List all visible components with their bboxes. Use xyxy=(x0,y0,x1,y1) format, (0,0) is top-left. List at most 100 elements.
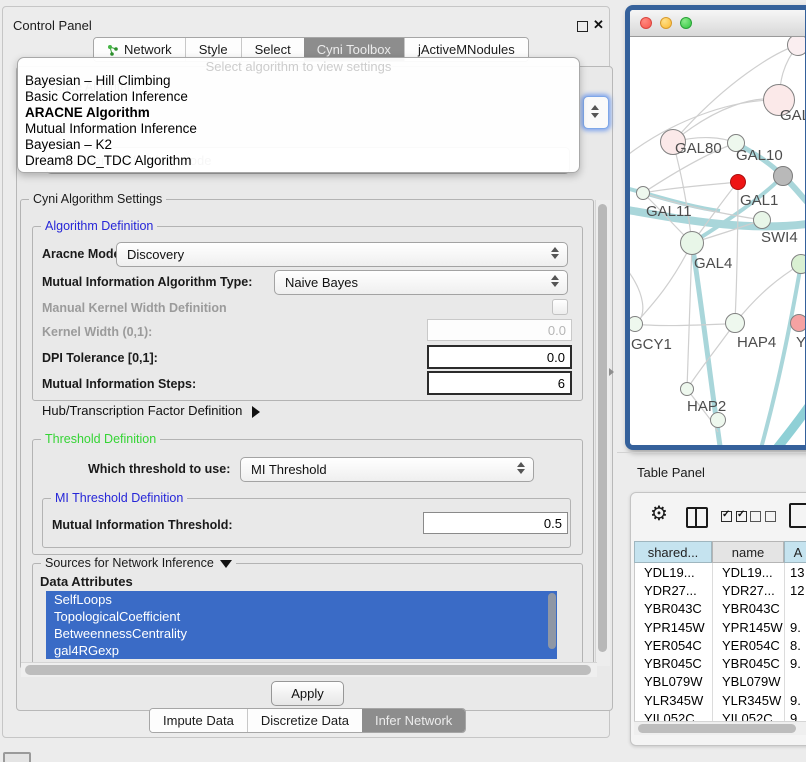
which-threshold-combo[interactable]: MI Threshold xyxy=(240,457,534,482)
table-hscrollbar[interactable] xyxy=(634,721,806,735)
gear-icon[interactable]: ⚙ xyxy=(650,501,668,526)
cell[interactable]: YDL19... xyxy=(713,563,785,581)
mi-steps-field[interactable]: 6 xyxy=(427,371,572,395)
cell[interactable]: YLR345W xyxy=(713,691,785,709)
columns-icon[interactable] xyxy=(686,507,708,528)
close-traffic-light[interactable] xyxy=(640,17,652,29)
zoom-traffic-light[interactable] xyxy=(680,17,692,29)
control-panel-title: Control Panel xyxy=(13,18,92,33)
cell[interactable]: YDR27... xyxy=(713,581,785,599)
cell[interactable]: YLR345W xyxy=(635,691,713,709)
network-canvas[interactable]: GAL GAL80 GAL10 GAL1 GAL11 SWI4 GAL4 GCY… xyxy=(630,37,806,446)
network-node-selected[interactable] xyxy=(730,174,746,190)
tab-impute-data[interactable]: Impute Data xyxy=(150,709,247,732)
data-attributes-list[interactable]: SelfLoops TopologicalCoefficient Between… xyxy=(46,591,557,659)
hub-definition-expander[interactable]: Hub/Transcription Factor Definition xyxy=(42,403,260,418)
network-window-titlebar[interactable] xyxy=(630,10,805,37)
mi-type-combo[interactable]: Naive Bayes xyxy=(274,270,568,295)
dropdown-item-selected[interactable]: ARACNE Algorithm xyxy=(18,105,579,121)
cell[interactable]: YBR043C xyxy=(713,600,785,618)
table-row[interactable]: YPR145WYPR145W9. xyxy=(635,618,806,636)
export-table-icon[interactable] xyxy=(789,503,806,528)
network-node[interactable] xyxy=(636,186,650,200)
sources-legend[interactable]: Sources for Network Inference xyxy=(41,556,236,570)
network-node[interactable] xyxy=(680,382,694,396)
apply-button[interactable]: Apply xyxy=(271,681,344,706)
cell[interactable]: YBL079W xyxy=(713,673,785,691)
aracne-mode-combo[interactable]: Discovery xyxy=(116,242,568,267)
cell[interactable] xyxy=(785,600,806,618)
tab-discretize-data[interactable]: Discretize Data xyxy=(247,709,362,732)
cell[interactable]: 8. xyxy=(785,636,806,654)
list-item[interactable]: BetweennessCentrality xyxy=(46,625,557,642)
table-row[interactable]: YLR345WYLR345W9. xyxy=(635,691,806,709)
table-row[interactable]: YBR043CYBR043C xyxy=(635,600,806,618)
cell[interactable]: YBR045C xyxy=(635,654,713,672)
table-row[interactable]: YDL19...YDL19...13 xyxy=(635,563,806,581)
dropdown-item[interactable]: Bayesian – K2 xyxy=(18,137,579,153)
dropdown-item[interactable]: Basic Correlation Inference xyxy=(18,89,579,105)
close-icon[interactable]: ✕ xyxy=(593,17,604,33)
tab-infer-network[interactable]: Infer Network xyxy=(362,709,465,732)
cell[interactable]: YPR145W xyxy=(713,618,785,636)
minimize-traffic-light[interactable] xyxy=(660,17,672,29)
list-item[interactable]: SelfLoops xyxy=(46,591,557,608)
float-window-icon[interactable] xyxy=(577,21,588,32)
network-node[interactable] xyxy=(790,314,806,332)
cell[interactable]: YER054C xyxy=(635,636,713,654)
collapsed-panel-button[interactable] xyxy=(3,752,31,762)
network-node[interactable] xyxy=(787,37,806,56)
network-node[interactable] xyxy=(680,231,704,255)
settings-vscrollbar[interactable] xyxy=(595,200,610,666)
dpi-tolerance-field[interactable]: 0.0 xyxy=(427,345,572,369)
settings-hscrollbar[interactable] xyxy=(21,662,597,677)
table-row[interactable]: YER054CYER054C8. xyxy=(635,636,806,654)
mi-threshold-field[interactable]: 0.5 xyxy=(423,512,568,534)
dropdown-item[interactable]: Dream8 DC_TDC Algorithm xyxy=(18,153,579,169)
column-header[interactable]: shared... xyxy=(634,541,712,563)
column-header[interactable]: A xyxy=(784,541,806,563)
cell[interactable]: 9. xyxy=(785,691,806,709)
cell[interactable]: 12 xyxy=(785,581,806,599)
cell[interactable]: YBR045C xyxy=(713,654,785,672)
table-row[interactable]: YBL079WYBL079W xyxy=(635,673,806,691)
list-item[interactable]: TopologicalCoefficient xyxy=(46,608,557,625)
cell[interactable]: 9. xyxy=(785,709,806,721)
cell[interactable]: YIL052C xyxy=(635,709,713,721)
tab-select-label: Select xyxy=(255,42,291,57)
cell[interactable]: YBL079W xyxy=(635,673,713,691)
list-vscrollbar-thumb[interactable] xyxy=(548,593,556,649)
table-row[interactable]: YIL052CYIL052C9. xyxy=(635,709,806,721)
cell[interactable]: YBR043C xyxy=(635,600,713,618)
table-row[interactable]: YBR045CYBR045C9. xyxy=(635,654,806,672)
dropdown-item[interactable]: Mutual Information Inference xyxy=(18,121,579,137)
cell[interactable]: 13 xyxy=(785,563,806,581)
cell[interactable]: YER054C xyxy=(713,636,785,654)
cell[interactable]: 9. xyxy=(785,618,806,636)
cell[interactable]: YDR27... xyxy=(635,581,713,599)
network-node[interactable] xyxy=(725,313,745,333)
focused-spinner[interactable] xyxy=(583,96,609,129)
dropdown-item[interactable]: Bayesian – Hill Climbing xyxy=(18,73,579,89)
network-node[interactable] xyxy=(791,254,806,274)
kernel-width-field[interactable]: 0.0 xyxy=(427,319,572,341)
cell[interactable]: YIL052C xyxy=(713,709,785,721)
manual-kernel-checkbox[interactable] xyxy=(552,299,568,315)
cell[interactable]: YPR145W xyxy=(635,618,713,636)
cell[interactable]: YDL19... xyxy=(635,563,713,581)
cell[interactable]: 9. xyxy=(785,654,806,672)
table-row[interactable]: YDR27...YDR27...12 xyxy=(635,581,806,599)
list-item[interactable]: gal4RGexp xyxy=(46,642,557,659)
settings-vscrollbar-thumb[interactable] xyxy=(598,204,607,652)
settings-hscrollbar-thumb[interactable] xyxy=(25,665,591,675)
select-all-checks-icon[interactable] xyxy=(721,511,747,522)
splitter-handle[interactable] xyxy=(609,368,614,376)
network-view-window: GAL GAL80 GAL10 GAL1 GAL11 SWI4 GAL4 GCY… xyxy=(625,5,806,450)
mi-threshold-label: Mutual Information Threshold: xyxy=(52,518,233,532)
cell[interactable] xyxy=(785,673,806,691)
network-node[interactable] xyxy=(773,166,793,186)
network-node[interactable] xyxy=(753,211,771,229)
column-header[interactable]: name xyxy=(712,541,784,563)
table-hscrollbar-thumb[interactable] xyxy=(638,724,796,733)
deselect-all-checks-icon[interactable] xyxy=(750,511,776,522)
